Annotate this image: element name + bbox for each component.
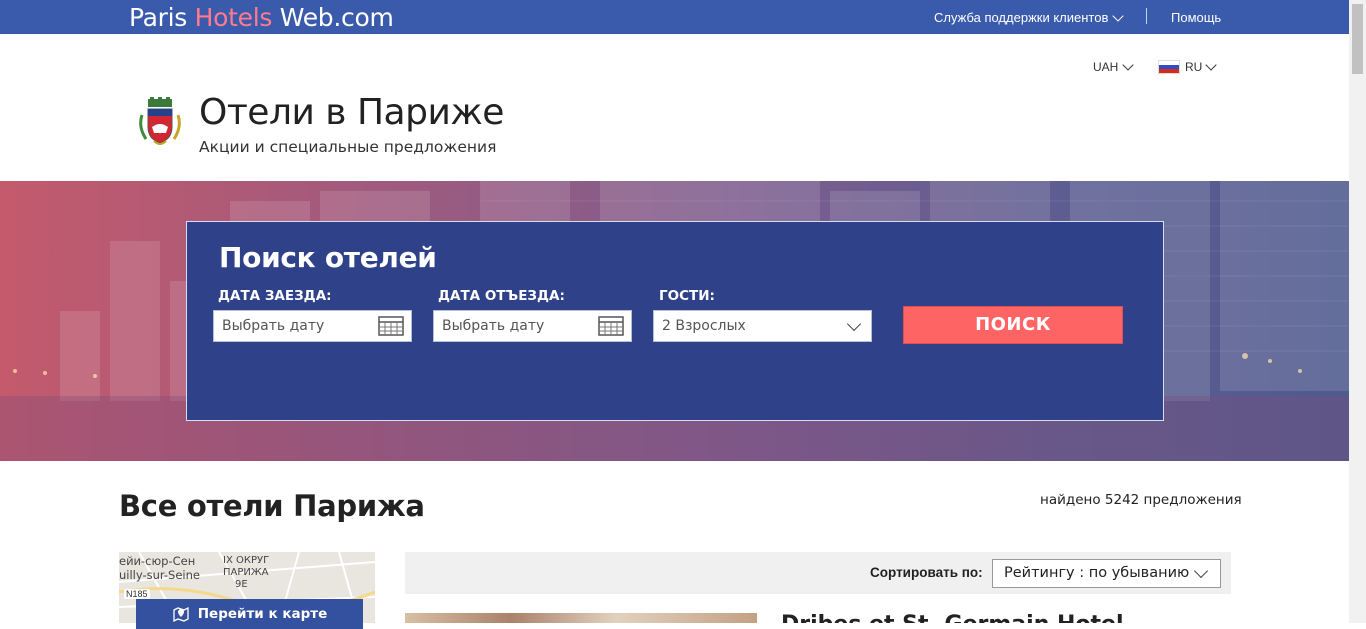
guests-select[interactable]: 2 Взрослых [653,310,872,342]
currency-selector[interactable]: UAH [1093,59,1135,74]
checkin-placeholder: Выбрать дату [222,318,325,334]
scrollbar-track[interactable] [1349,0,1366,623]
russia-flag-icon [1158,60,1180,74]
support-menu[interactable]: Служба поддержки клиентов [934,9,1125,25]
help-link[interactable]: Помощь [1171,10,1221,25]
checkout-date-input[interactable]: Выбрать дату [433,310,632,342]
language-selector[interactable]: RU [1158,59,1218,74]
checkout-label: ДАТА ОТЪЕЗДА: [438,288,565,304]
map-label: ПАРИЖА [223,567,269,578]
scrollbar-thumb[interactable] [1352,4,1363,74]
calendar-icon[interactable] [378,316,404,336]
open-map-label: Перейти к карте [197,606,328,622]
checkout-placeholder: Выбрать дату [442,318,545,334]
results-heading: Все отели Парижа [119,489,425,523]
brand-text-1: Paris [129,3,195,32]
page-subtitle: Акции и специальные предложения [199,138,497,156]
hotel-title[interactable]: Dribes et St. Germain Hotel [781,612,1124,623]
page-title: Отели в Париже [199,92,504,133]
map-label: uilly-sur-Seine [119,568,200,582]
language-label: RU [1185,60,1203,74]
search-title: Поиск отелей [219,241,437,274]
chevron-down-icon [846,316,862,332]
site-logo[interactable]: Paris Hotels Web.com [129,3,394,32]
open-map-button[interactable]: Перейти к карте [136,599,363,629]
chevron-down-icon [1205,59,1218,71]
paris-coat-of-arms-icon [139,97,181,145]
map-label: IX ОКРУГ [223,555,270,566]
map-label: ейи-сюр-Сен [119,554,196,568]
guests-value: 2 Взрослых [662,318,746,334]
checkin-date-input[interactable]: Выбрать дату [213,310,412,342]
map-label: 9Е [235,579,248,590]
brand-text-2: Web.com [272,3,394,32]
currency-label: UAH [1093,60,1119,74]
hotel-photo[interactable] [405,613,757,623]
chevron-down-icon [1193,563,1209,579]
guests-label: ГОСТИ: [659,288,715,304]
brand-text-accent: Hotels [194,3,273,32]
results-count: найдено 5242 предложения [1040,492,1242,508]
chevron-down-icon [1112,9,1125,22]
support-label: Служба поддержки клиентов [934,10,1109,25]
header-divider [1146,8,1147,24]
map-pin-icon [173,606,189,623]
calendar-icon[interactable] [598,316,624,336]
checkin-label: ДАТА ЗАЕЗДА: [218,288,332,304]
search-button[interactable]: ПОИСК [903,306,1123,344]
sort-value: Рейтингу : по убыванию [1004,565,1190,581]
sort-label: Сортировать по: [870,565,983,580]
chevron-down-icon [1122,59,1135,71]
sort-select[interactable]: Рейтингу : по убыванию [992,559,1221,588]
map-road-label: N185 [124,589,150,599]
